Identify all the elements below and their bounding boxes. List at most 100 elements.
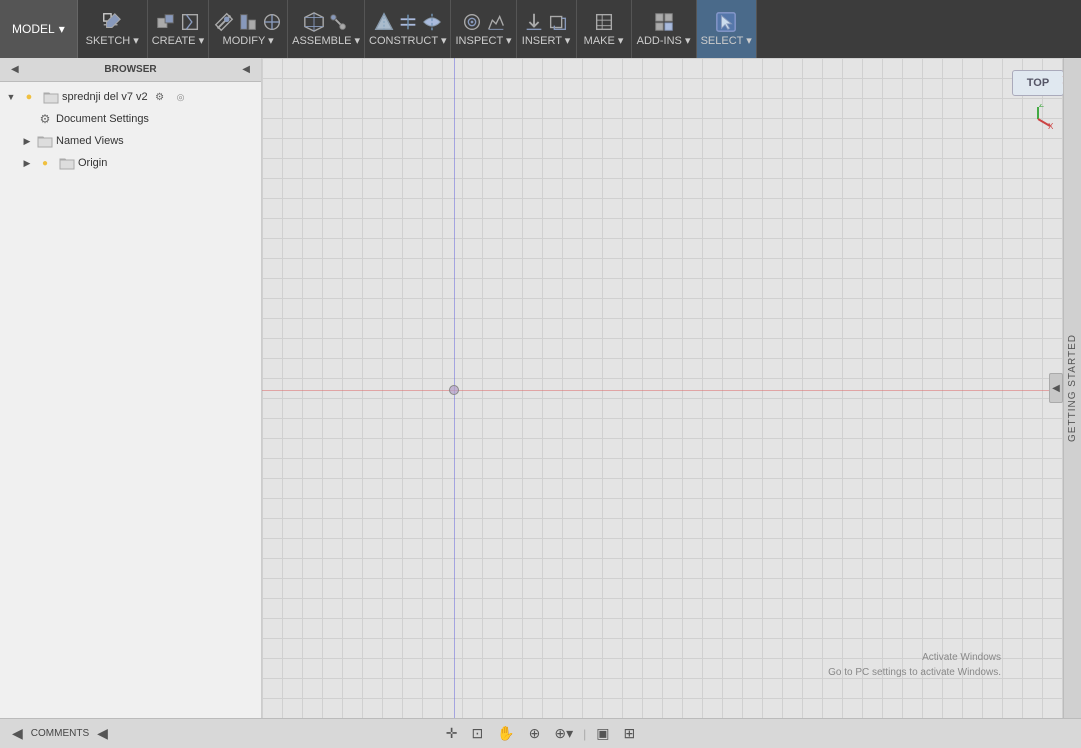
tree-folder-icon — [43, 89, 59, 105]
create-icon1 — [155, 11, 177, 33]
status-zoom-btn[interactable]: ⊕ — [525, 723, 545, 744]
axis-horizontal — [262, 390, 1081, 391]
toolbar-sketch-group[interactable]: SKETCH ▾ — [78, 0, 148, 58]
model-label: MODEL — [12, 22, 55, 36]
activate-watermark: Activate Windows Go to PC settings to ac… — [828, 650, 1001, 680]
comments-toggle-btn[interactable]: ◀ — [93, 723, 112, 744]
browser-tree: ▼ ● sprednji del v7 v2 ⚙ ◎ ⚙ Document Se… — [0, 82, 261, 718]
browser-nav: ◀ — [8, 63, 22, 76]
svg-text:Z: Z — [1039, 104, 1044, 109]
make-icons — [593, 11, 615, 33]
inspect-icon1 — [461, 11, 483, 33]
status-display2-btn[interactable]: ⊞ — [620, 723, 640, 744]
getting-started-label: GETTING STARTED — [1067, 334, 1078, 442]
status-zoom-menu-btn[interactable]: ⊕▾ — [550, 723, 577, 744]
svg-text:X: X — [1048, 122, 1053, 131]
assemble-label: ASSEMBLE ▾ — [292, 34, 360, 47]
viewport-grid — [262, 58, 1081, 718]
tree-item-named-views[interactable]: ▶ Named Views — [0, 130, 261, 152]
tree-item-doc-settings[interactable]: ⚙ Document Settings — [0, 108, 261, 130]
collapse-handle[interactable]: ◀ — [1049, 373, 1063, 403]
status-center-tools: ✛ ⊡ ✋ ⊕ ⊕▾ | ▣ ⊞ — [442, 723, 640, 744]
tree-toggle-doc — [20, 112, 34, 126]
toolbar-select-group[interactable]: SELECT ▾ — [697, 0, 757, 58]
toolbar-construct-group[interactable]: CONSTRUCT ▾ — [365, 0, 451, 58]
tree-item-root[interactable]: ▼ ● sprednji del v7 v2 ⚙ ◎ — [0, 86, 261, 108]
collapse-icon: ◀ — [1052, 383, 1060, 394]
toolbar-modify-group[interactable]: MODIFY ▾ — [209, 0, 288, 58]
construct-label: CONSTRUCT ▾ — [369, 34, 446, 47]
tree-origin-label: Origin — [78, 157, 107, 169]
tree-visibility-icon[interactable]: ◎ — [173, 89, 189, 105]
tree-item-origin[interactable]: ▶ ● Origin — [0, 152, 261, 174]
browser-expand-btn[interactable]: ◀ — [239, 63, 253, 76]
status-left: ◀ COMMENTS ◀ — [8, 723, 112, 744]
select-label: SELECT ▾ — [701, 34, 752, 47]
modify-icon3 — [261, 11, 283, 33]
browser-back-btn[interactable]: ◀ — [8, 63, 22, 76]
addins-label: ADD-INS ▾ — [637, 34, 691, 47]
modify-label: MODIFY ▾ — [223, 34, 274, 47]
comments-label: COMMENTS — [31, 728, 89, 739]
main-area: ◀ BROWSER ◀ ▼ ● sprednji del v7 v2 — [0, 58, 1081, 718]
toolbar-addins-group[interactable]: ADD-INS ▾ — [632, 0, 697, 58]
construct-icon3 — [421, 11, 443, 33]
tree-settings-icon[interactable]: ⚙ — [152, 89, 168, 105]
insert-icons — [523, 11, 569, 33]
toolbar-insert-group[interactable]: INSERT ▾ — [517, 0, 577, 58]
status-separator: | — [583, 727, 586, 741]
browser-title: BROWSER — [104, 64, 156, 75]
status-bar: ◀ COMMENTS ◀ ✛ ⊡ ✋ ⊕ ⊕▾ | ▣ ⊞ — [0, 718, 1081, 748]
create-icons — [155, 11, 201, 33]
inspect-icon2 — [485, 11, 507, 33]
assemble-icon1 — [303, 11, 325, 33]
tree-named-views-icon — [37, 133, 53, 149]
tree-origin-eye-icon: ● — [37, 155, 53, 171]
axis-indicator: Z X — [1023, 104, 1053, 137]
modify-icon2 — [237, 11, 259, 33]
status-hand-btn[interactable]: ✋ — [493, 723, 518, 744]
construct-icons — [373, 11, 443, 33]
status-display1-btn[interactable]: ▣ — [592, 723, 613, 744]
inspect-icons — [461, 11, 507, 33]
browser-panel: ◀ BROWSER ◀ ▼ ● sprednji del v7 v2 — [0, 58, 262, 718]
tree-toggle-root[interactable]: ▼ — [4, 90, 18, 104]
addins-icons — [653, 11, 675, 33]
construct-icon1 — [373, 11, 395, 33]
model-arrow: ▾ — [59, 22, 65, 36]
addins-icon1 — [653, 11, 675, 33]
tree-toggle-origin[interactable]: ▶ — [20, 156, 34, 170]
tree-doc-settings-label: Document Settings — [56, 113, 149, 125]
viewport[interactable]: ✕ TOP Z X Activate Windows Go to PC sett… — [262, 58, 1081, 718]
toolbar-make-group[interactable]: MAKE ▾ — [577, 0, 632, 58]
tree-origin-folder-icon — [59, 155, 75, 171]
sketch-icon — [101, 11, 123, 33]
make-icon1 — [593, 11, 615, 33]
status-fit-btn[interactable]: ⊡ — [467, 723, 487, 744]
toolbar-create-group[interactable]: CREATE ▾ — [148, 0, 209, 58]
modify-icon1 — [213, 11, 235, 33]
tree-doc-settings-icon: ⚙ — [37, 111, 53, 127]
create-label: CREATE ▾ — [152, 34, 204, 47]
model-menu-button[interactable]: MODEL ▾ — [0, 0, 78, 58]
assemble-icons — [303, 11, 349, 33]
make-label: MAKE ▾ — [584, 34, 624, 47]
status-pan-btn[interactable]: ✛ — [442, 723, 462, 744]
tree-named-views-label: Named Views — [56, 135, 124, 147]
comments-expand-btn[interactable]: ◀ — [8, 723, 27, 744]
create-icon2 — [179, 11, 201, 33]
inspect-label: INSPECT ▾ — [455, 34, 511, 47]
sketch-label: SKETCH ▾ — [86, 34, 139, 47]
insert-icon1 — [523, 11, 545, 33]
tree-eye-icon: ● — [21, 89, 37, 105]
insert-icon2 — [547, 11, 569, 33]
toolbar-inspect-group[interactable]: INSPECT ▾ — [451, 0, 516, 58]
sketch-icons — [101, 11, 123, 33]
tree-toggle-named-views[interactable]: ▶ — [20, 134, 34, 148]
toolbar-assemble-group[interactable]: ASSEMBLE ▾ — [288, 0, 365, 58]
modify-icons — [213, 11, 283, 33]
view-top-button[interactable]: TOP — [1012, 70, 1064, 96]
tree-root-label: sprednji del v7 v2 — [62, 91, 148, 103]
browser-header: ◀ BROWSER ◀ — [0, 58, 261, 82]
getting-started-panel[interactable]: GETTING STARTED — [1063, 58, 1081, 718]
